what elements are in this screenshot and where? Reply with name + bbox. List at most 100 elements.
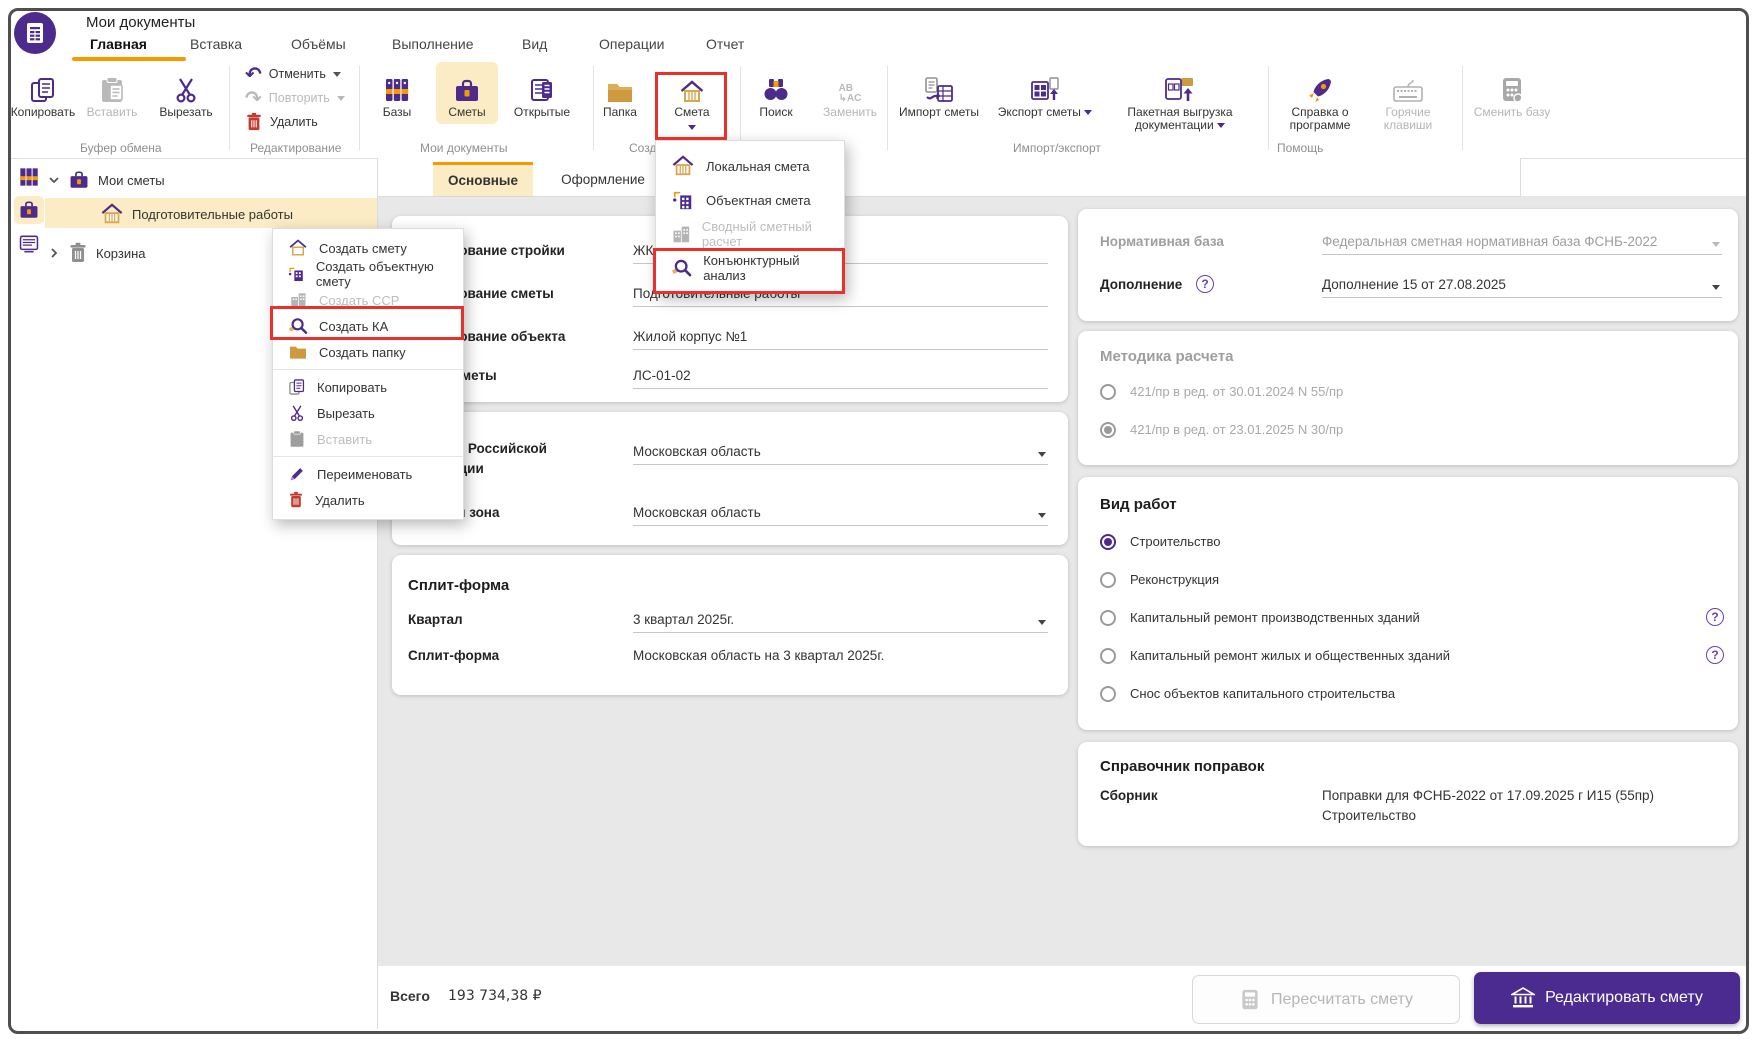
paste-button[interactable]: Вставить [76,64,148,119]
work-type-radio-rekonstrukciya[interactable] [1100,572,1116,588]
redo-button[interactable]: ↷ Повторить [245,86,345,110]
context-menu-create-folder[interactable]: Создать папку [273,339,463,365]
chevron-down-icon[interactable] [688,125,696,131]
method-radio-2025[interactable] [1100,422,1116,438]
work-type-radio-snos[interactable] [1100,686,1116,702]
quarter-select[interactable]: 3 квартал 2025г. [633,612,734,627]
change-base-button[interactable]: Сменить базу [1470,64,1554,119]
hotkeys-button[interactable]: Горячие клавиши [1368,64,1448,132]
copy-button[interactable]: Копировать [5,64,81,119]
tab-vstavka[interactable]: Вставка [190,36,242,52]
trash-icon [247,112,261,131]
object-name-value[interactable]: Жилой корпус №1 [633,329,747,344]
replace-icon: AB ↳AC [838,83,862,104]
chevron-down-icon[interactable] [48,174,60,186]
normative-base-select[interactable]: Федеральная сметная нормативная база ФСН… [1322,234,1657,249]
chevron-right-icon[interactable] [48,247,60,259]
menu-item-object-estimate[interactable]: Объектная смета [656,183,844,217]
split-value: Московская область на 3 квартал 2025г. [633,648,885,663]
tab-osnovnye[interactable]: Основные [433,162,533,196]
recalculate-button[interactable]: Пересчитать смету [1192,975,1460,1024]
chevron-down-icon[interactable] [336,95,345,101]
menu-item-ka[interactable]: Конъюнктурный анализ [656,251,844,285]
export-estimate-button[interactable]: Экспорт сметы [990,64,1100,119]
context-menu-paste[interactable]: Вставить [273,426,463,452]
tree-item-selected-estimate[interactable]: Подготовительные работы [100,203,293,225]
context-menu-rename[interactable]: Переименовать [273,461,463,487]
sidebar-estimates-button[interactable] [14,196,44,224]
tab-glavnaya[interactable]: Главная [90,36,147,52]
context-menu-delete[interactable]: Удалить [273,487,463,513]
tab-operacii[interactable]: Операции [599,36,665,52]
batch-export-button[interactable]: Пакетная выгрузка документации [1100,64,1260,132]
opened-button[interactable]: Открытые [502,64,582,119]
trash-icon [290,491,302,508]
copy-icon [31,78,54,102]
bank-icon [1511,987,1536,1008]
cut-button[interactable]: Вырезать [150,64,222,119]
menu-item-ssr[interactable]: Сводный сметный расчет [656,217,844,251]
delete-button[interactable]: Удалить [245,110,345,134]
estimate-dropdown-menu: Локальная смета Объектная смета Сводный … [655,140,845,294]
price-zone-select[interactable]: Московская область [633,505,761,520]
export-icon [1031,77,1059,100]
work-type-radio-kap-proizv[interactable] [1100,610,1116,626]
copy-icon [289,379,305,395]
help-icon[interactable]: ? [1706,646,1724,664]
chevron-down-icon[interactable] [332,71,341,77]
context-menu-create-ka[interactable]: Создать КА [273,313,463,339]
context-menu-copy[interactable]: Копировать [273,374,463,400]
app-logo [14,12,56,54]
ribbon-separator [1462,66,1463,150]
region-select[interactable]: Московская область [633,444,761,459]
supplement-select[interactable]: Дополнение 15 от 27.08.2025 [1322,277,1506,292]
sidebar-documents-button[interactable] [14,230,44,258]
estimate-code-value[interactable]: ЛС-01-02 [633,368,691,383]
tab-oformlenie[interactable]: Оформление [533,162,674,196]
method-radio-2024[interactable] [1100,384,1116,400]
folder-button[interactable]: Папка [588,64,652,119]
chevron-down-icon[interactable] [1712,242,1720,247]
menu-separator [273,456,463,457]
about-button[interactable]: Справка о программе [1278,64,1362,132]
chevron-down-icon[interactable] [1038,620,1046,625]
tree-item-trash[interactable]: Корзина [48,242,146,264]
chevron-down-icon[interactable] [1217,123,1226,129]
search-button[interactable]: Поиск [745,64,807,119]
import-estimate-button[interactable]: Импорт сметы [893,64,985,119]
corrections-header: Справочник поправок [1100,758,1265,775]
context-menu-create-ssr[interactable]: Создать ССР [273,287,463,313]
context-menu-create-estimate[interactable]: Создать смету [273,235,463,261]
construction-name-value[interactable]: ЖК [633,243,653,258]
context-menu-create-object-estimate[interactable]: Создать объектную смету [273,259,463,289]
batch-export-icon [1165,78,1193,101]
bases-button[interactable]: Базы [365,64,429,119]
context-menu-cut[interactable]: Вырезать [273,400,463,426]
chevron-down-icon[interactable] [1084,110,1093,116]
help-icon[interactable]: ? [1196,275,1214,293]
group-label-clipboard: Буфер обмена [80,141,162,155]
help-icon[interactable]: ? [1706,608,1724,626]
undo-button[interactable]: ↶ Отменить [245,62,345,86]
replace-button[interactable]: AB ↳AC Заменить [812,64,888,119]
redo-icon: ↷ [245,86,262,110]
group-label-editing: Редактирование [250,141,342,155]
estimates-button[interactable]: Сметы [435,64,499,119]
window-title: Мои документы [86,14,196,31]
work-type-radio-kap-zhil[interactable] [1100,648,1116,664]
tab-otchet[interactable]: Отчет [706,36,744,52]
menu-item-local-estimate[interactable]: Локальная смета [656,149,844,183]
work-type-radio-stroitelstvo[interactable] [1100,534,1116,550]
tab-obyomy[interactable]: Объёмы [291,36,346,52]
chevron-down-icon[interactable] [1712,285,1720,290]
chevron-down-icon[interactable] [1038,513,1046,518]
sidebar-bases-button[interactable] [14,163,44,191]
tab-vypolnenie[interactable]: Выполнение [392,36,473,52]
tab-vid[interactable]: Вид [522,36,547,52]
briefcase-icon [70,171,88,188]
edit-estimate-button[interactable]: Редактировать смету [1474,972,1740,1024]
chevron-down-icon[interactable] [1038,452,1046,457]
tree-item-my-estimates[interactable]: Мои сметы [48,170,165,190]
estimate-menu-button[interactable]: Смета [660,64,724,134]
briefcase-icon [456,79,478,101]
